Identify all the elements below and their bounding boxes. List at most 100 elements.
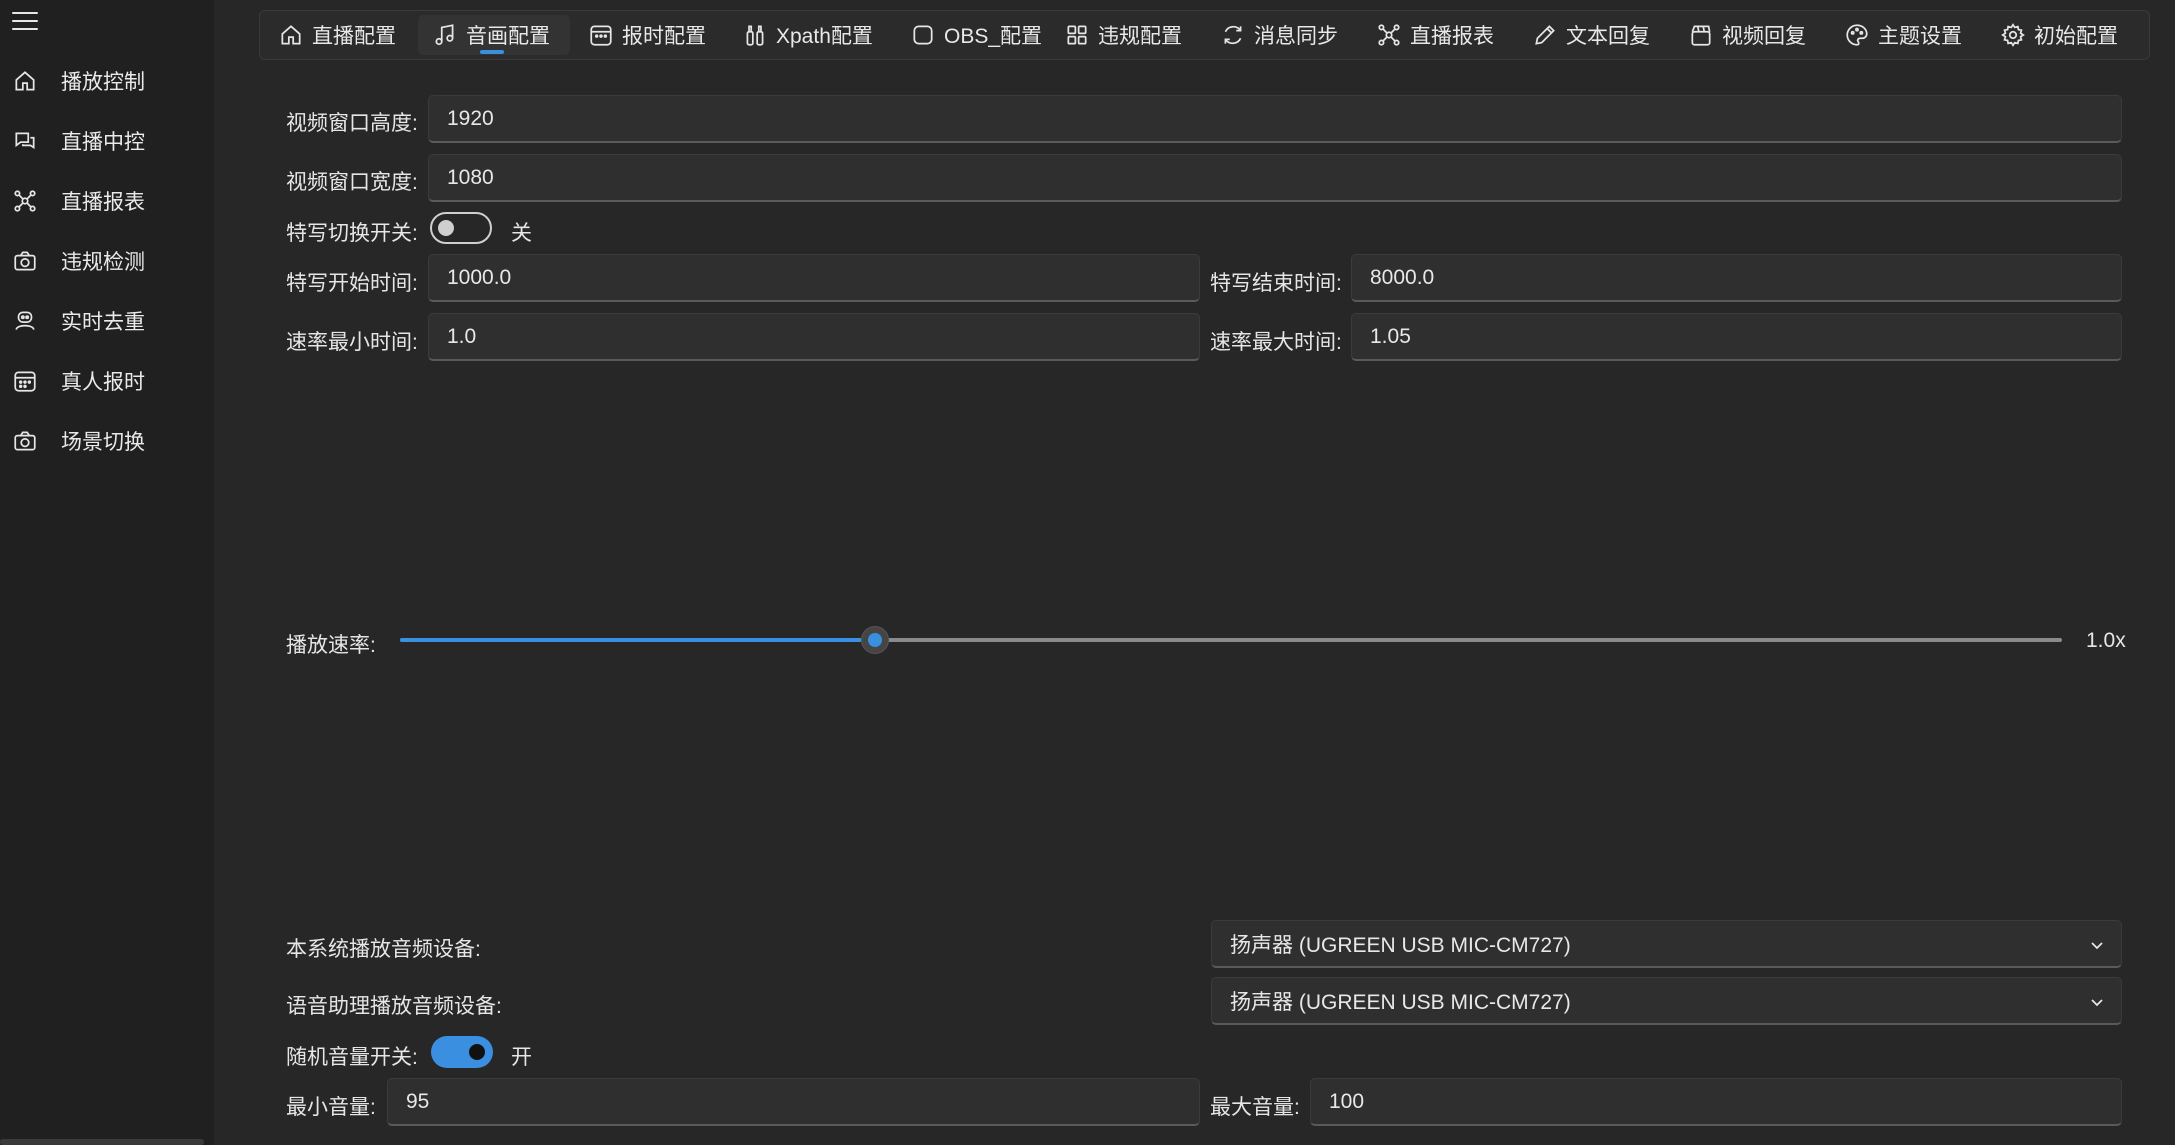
hamburger-menu-icon[interactable] (12, 10, 38, 32)
camera-icon (12, 248, 38, 274)
tab-label: 消息同步 (1254, 25, 1338, 48)
tab-label: 直播报表 (1410, 25, 1494, 48)
closeup-start-label: 特写开始时间: (286, 272, 418, 295)
playback-rate-label: 播放速率: (286, 634, 376, 657)
sidebar-item-live-report[interactable]: 直播报表 (0, 176, 214, 226)
robot-icon (12, 308, 38, 334)
rate-max-input[interactable]: 1.05 (1351, 313, 2122, 361)
tab-label: 主题设置 (1878, 25, 1962, 48)
random-volume-state: 开 (511, 1046, 532, 1069)
sidebar-item-playback-control[interactable]: 播放控制 (0, 56, 214, 106)
video-width-input[interactable]: 1080 (428, 154, 2122, 202)
sidebar-item-scene-switch[interactable]: 场景切换 (0, 416, 214, 466)
tab-label: Xpath配置 (776, 25, 873, 48)
music-note-icon (432, 22, 458, 48)
max-volume-input[interactable]: 100 (1310, 1078, 2122, 1126)
tab-timing-config[interactable]: 报时配置 (574, 15, 724, 55)
tab-av-config[interactable]: 音画配置 (418, 15, 570, 55)
closeup-switch-label: 特写切换开关: (286, 222, 418, 245)
sidebar-item-label: 真人报时 (61, 371, 145, 394)
closeup-switch-toggle[interactable] (430, 212, 492, 244)
toggle-knob (469, 1044, 485, 1060)
sidebar-item-label: 直播中控 (61, 131, 145, 154)
tab-bar: 直播配置 音画配置 报时配置 Xpath配置 OBS_配置 违规配置 消息同步 … (259, 10, 2150, 60)
sidebar-item-label: 播放控制 (61, 71, 145, 94)
network-nodes-icon (1376, 22, 1402, 48)
sync-icon (1220, 22, 1246, 48)
assistant-audio-device-label: 语音助理播放音频设备: (286, 995, 502, 1018)
playback-rate-value: 1.0x (2086, 629, 2126, 652)
tab-theme-settings[interactable]: 主题设置 (1830, 15, 1980, 55)
toggle-knob (438, 220, 454, 236)
tab-obs-config[interactable]: OBS_配置 (896, 15, 1046, 55)
slider-thumb-dot (868, 633, 882, 647)
tab-live-report[interactable]: 直播报表 (1362, 15, 1512, 55)
chevron-down-icon (2091, 942, 2103, 950)
closeup-end-label: 特写结束时间: (1210, 272, 1342, 295)
sidebar-item-realtime-dedup[interactable]: 实时去重 (0, 296, 214, 346)
sidebar: 播放控制 直播中控 直播报表 违规检测 实时去重 真人报时 场景切换 (0, 0, 214, 1145)
tab-label: OBS_配置 (944, 25, 1043, 48)
min-volume-input[interactable]: 95 (387, 1078, 1200, 1126)
tab-xpath-config[interactable]: Xpath配置 (728, 15, 892, 55)
assistant-audio-device-select[interactable]: 扬声器 (UGREEN USB MIC-CM727) (1211, 977, 2122, 1025)
home-icon (12, 68, 38, 94)
system-audio-device-select[interactable]: 扬声器 (UGREEN USB MIC-CM727) (1211, 920, 2122, 968)
tab-violation-config[interactable]: 违规配置 (1050, 15, 1200, 55)
pencil-icon (1532, 22, 1558, 48)
tab-live-config[interactable]: 直播配置 (264, 15, 414, 55)
grid-apps-icon (1064, 22, 1090, 48)
calendar-icon (12, 368, 38, 394)
sidebar-scrollbar[interactable] (0, 1139, 204, 1145)
closeup-end-input[interactable]: 8000.0 (1351, 254, 2122, 302)
video-height-label: 视频窗口高度: (286, 112, 418, 135)
palette-icon (1844, 22, 1870, 48)
tab-label: 直播配置 (312, 25, 396, 48)
tab-label: 违规配置 (1098, 25, 1182, 48)
bottles-icon (742, 22, 768, 48)
select-value: 扬声器 (UGREEN USB MIC-CM727) (1230, 933, 1571, 957)
tab-label: 初始配置 (2034, 25, 2118, 48)
chevron-down-icon (2091, 999, 2103, 1007)
tab-video-reply[interactable]: 视频回复 (1674, 15, 1824, 55)
rate-min-input[interactable]: 1.0 (428, 313, 1200, 361)
sidebar-item-label: 场景切换 (61, 431, 145, 454)
gear-icon (2000, 22, 2026, 48)
rate-min-label: 速率最小时间: (286, 331, 418, 354)
home-icon (278, 22, 304, 48)
calendar-icon (588, 22, 614, 48)
tab-label: 文本回复 (1566, 25, 1650, 48)
closeup-start-input[interactable]: 1000.0 (428, 254, 1200, 302)
tab-initial-config[interactable]: 初始配置 (1986, 15, 2146, 55)
random-volume-toggle[interactable] (431, 1036, 493, 1068)
network-nodes-icon (12, 188, 38, 214)
random-volume-switch-label: 随机音量开关: (286, 1046, 418, 1069)
tab-message-sync[interactable]: 消息同步 (1206, 15, 1356, 55)
sidebar-item-violation-detect[interactable]: 违规检测 (0, 236, 214, 286)
square-icon (910, 22, 936, 48)
max-volume-label: 最大音量: (1210, 1096, 1300, 1119)
playback-rate-slider[interactable] (400, 624, 2062, 656)
tab-label: 视频回复 (1722, 25, 1806, 48)
sidebar-item-live-control[interactable]: 直播中控 (0, 116, 214, 166)
sidebar-item-human-timing[interactable]: 真人报时 (0, 356, 214, 406)
sidebar-item-label: 违规检测 (61, 251, 145, 274)
select-value: 扬声器 (UGREEN USB MIC-CM727) (1230, 990, 1571, 1014)
closeup-switch-state: 关 (511, 222, 532, 245)
active-tab-indicator (480, 50, 504, 54)
slider-fill (400, 638, 875, 642)
system-audio-device-label: 本系统播放音频设备: (286, 938, 481, 961)
chat-bubbles-icon (12, 128, 38, 154)
camera-icon (12, 428, 38, 454)
tab-text-reply[interactable]: 文本回复 (1518, 15, 1668, 55)
sidebar-item-label: 实时去重 (61, 311, 145, 334)
tab-label: 音画配置 (466, 25, 550, 48)
video-width-label: 视频窗口宽度: (286, 171, 418, 194)
clapperboard-icon (1688, 22, 1714, 48)
min-volume-label: 最小音量: (286, 1096, 376, 1119)
tab-label: 报时配置 (622, 25, 706, 48)
video-height-input[interactable]: 1920 (428, 95, 2122, 143)
slider-thumb[interactable] (861, 626, 889, 654)
sidebar-item-label: 直播报表 (61, 191, 145, 214)
rate-max-label: 速率最大时间: (1210, 331, 1342, 354)
